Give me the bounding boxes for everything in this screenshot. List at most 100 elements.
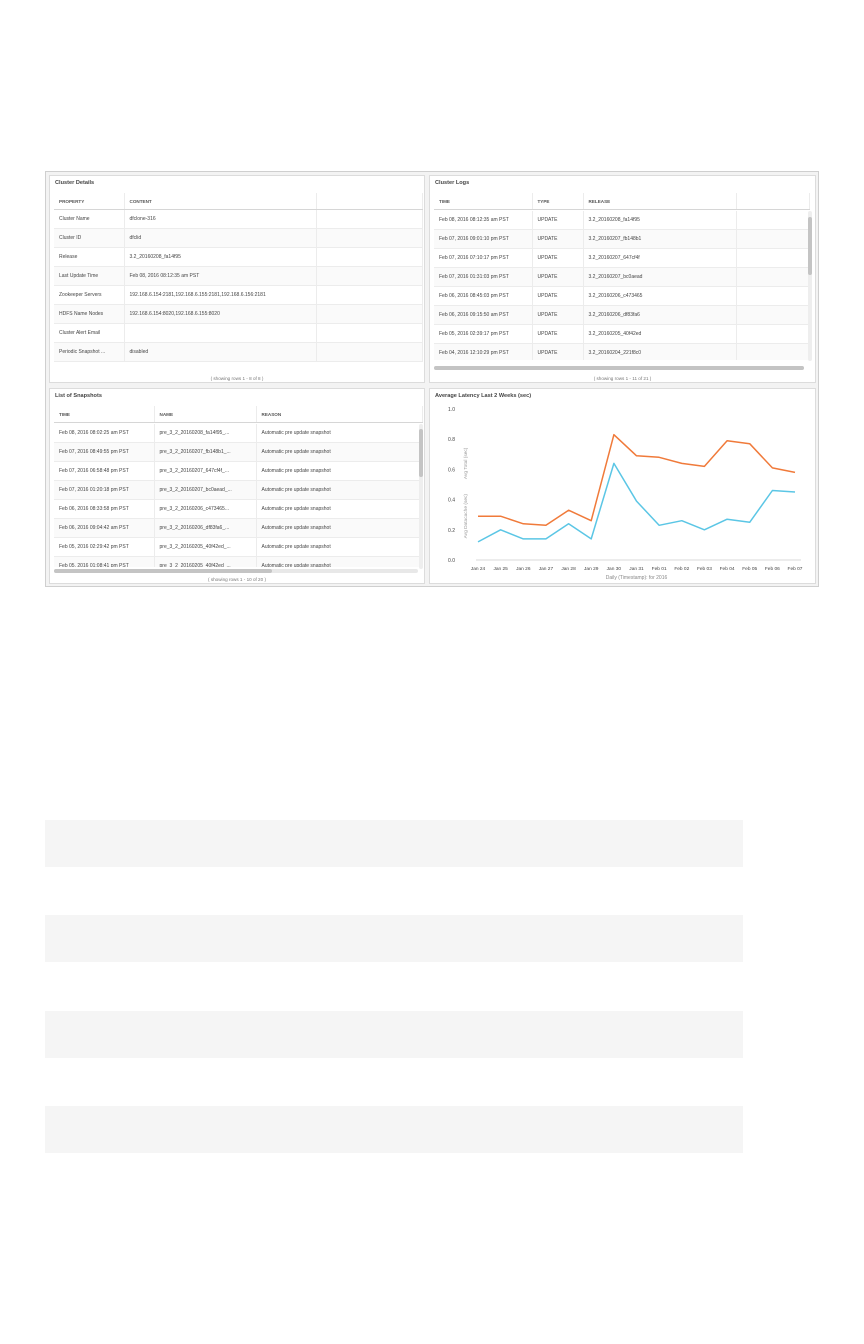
rows-count-label: ( showing rows 1 - 11 of 21 ) <box>593 376 652 381</box>
reason-cell: Automatic pre update snapshot <box>256 461 422 481</box>
y-axis-label-datacache: Avg Datacache (sec) <box>463 494 469 539</box>
table-row[interactable]: Feb 05, 2016 02:29:42 pm PST pre_3_2_2016… <box>54 537 422 557</box>
time-cell: Feb 07, 2016 01:31:03 pm PST <box>434 267 533 287</box>
table-row[interactable]: Feb 07, 2016 07:10:17 pm PST UPDATE 3.2_20… <box>434 248 809 268</box>
name-cell: pre_3_2_20160208_fa14f95_... <box>154 424 257 443</box>
y-tick-label: 0.2 <box>448 528 455 534</box>
table-row[interactable]: Feb 08, 2016 08:12:35 am PST UPDATE 3.2_20… <box>434 211 809 230</box>
horizontal-scrollbar[interactable] <box>54 569 418 573</box>
cluster-logs-rows: Feb 08, 2016 08:12:35 am PST UPDATE 3.2_20… <box>434 211 809 360</box>
time-cell: Feb 08, 2016 08:12:35 am PST <box>434 211 533 230</box>
x-tick-label: Feb 01 <box>652 566 667 572</box>
name-cell: pre_3_2_20160207_647cf4f_... <box>154 461 257 481</box>
table-row[interactable]: Feb 07, 2016 06:58:48 pm PST pre_3_2_2016… <box>54 461 422 481</box>
y-tick-label: 0.8 <box>448 437 455 443</box>
table-row[interactable]: Feb 05, 2016 01:08:41 pm PST pre_3_2_2016… <box>54 556 422 567</box>
table-row[interactable]: Feb 07, 2016 01:31:03 pm PST UPDATE 3.2_20… <box>434 267 809 287</box>
scrollbar-thumb[interactable] <box>808 217 812 275</box>
table-row[interactable]: Feb 06, 2016 08:45:03 pm PST UPDATE 3.2_20… <box>434 286 809 306</box>
release-cell: 3.2_20160207_fb148b1 <box>583 229 737 249</box>
type-cell: UPDATE <box>532 267 584 287</box>
y-tick-label: 0.4 <box>448 498 455 504</box>
column-header-reason[interactable]: REASON <box>256 406 423 423</box>
column-header-release[interactable]: RELEASE <box>583 193 737 210</box>
panel-title: Cluster Logs <box>435 180 470 186</box>
release-cell: 3.2_20160204_221f8c0 <box>583 343 737 360</box>
y-tick-label: 0.6 <box>448 467 455 473</box>
time-cell: Feb 08, 2016 08:02:25 am PST <box>54 424 155 443</box>
x-tick-label: Jan 27 <box>539 566 554 572</box>
latency-chart-panel: Average Latency Last 2 Weeks (sec) 1.0 0.… <box>429 388 816 584</box>
time-cell: Feb 07, 2016 08:49:55 pm PST <box>54 442 155 462</box>
x-axis-label: Daily (Timestamp): for 2016 <box>606 575 668 581</box>
reason-cell: Automatic pre update snapshot <box>256 537 422 557</box>
property-cell: Cluster Name <box>54 209 125 229</box>
table-row[interactable]: Feb 06, 2016 09:15:50 am PST UPDATE 3.2_20… <box>434 305 809 325</box>
type-cell: UPDATE <box>532 305 584 325</box>
cluster-logs-panel: Cluster Logs TIME TYPE RELEASE Feb 08, 2… <box>429 175 816 383</box>
table-row[interactable]: Feb 05, 2016 02:39:17 pm PST UPDATE 3.2_20… <box>434 324 809 344</box>
table-row[interactable]: HDFS Name Nodes 192.168.6.154:8020,192.16… <box>54 304 423 324</box>
x-tick-label: Feb 04 <box>720 566 735 572</box>
column-header-property[interactable]: PROPERTY <box>54 193 125 210</box>
panel-title: Cluster Details <box>55 180 95 186</box>
table-row[interactable]: Feb 07, 2016 01:20:18 pm PST pre_3_2_2016… <box>54 480 422 500</box>
type-cell: UPDATE <box>532 324 584 344</box>
column-header-name[interactable]: NAME <box>154 406 257 423</box>
scrollbar-thumb[interactable] <box>54 569 272 573</box>
vertical-scrollbar[interactable] <box>419 424 423 569</box>
table-row[interactable]: Cluster Alert Email <box>54 323 423 343</box>
cluster-details-panel: Cluster Details PROPERTY CONTENT Cluster… <box>49 175 425 383</box>
table-row[interactable]: Feb 07, 2016 09:01:10 pm PST UPDATE 3.2_20… <box>434 229 809 249</box>
content-cell: 3.2_20160208_fa14f95 <box>124 247 317 267</box>
latency-line-chart: 1.0 0.8 0.6 0.4 0.2 0.0 Jan 24 Jan 25 Jan 26 Jan … <box>448 407 803 581</box>
panel-title: List of Snapshots <box>55 393 102 399</box>
table-row[interactable]: Cluster ID dfclid <box>54 228 423 248</box>
content-cell: 192.168.6.154:2181,192.168.6.155:2181,19… <box>124 285 317 305</box>
type-cell: UPDATE <box>532 229 584 249</box>
y-tick-label: 1.0 <box>448 407 455 413</box>
cluster-logs-body[interactable]: Feb 08, 2016 08:12:35 am PST UPDATE 3.2_20… <box>434 211 809 360</box>
scrollbar-thumb[interactable] <box>434 366 804 370</box>
table-row[interactable]: Feb 08, 2016 08:02:25 am PST pre_3_2_2016… <box>54 424 422 443</box>
content-cell: dfclid <box>124 228 317 248</box>
horizontal-scrollbar[interactable] <box>434 366 804 370</box>
time-cell: Feb 06, 2016 08:45:03 pm PST <box>434 286 533 306</box>
y-axis-label-total: Avg Total (sec) <box>463 447 469 479</box>
table-row[interactable]: Zookeeper Servers 192.168.6.154:2181,192.… <box>54 285 423 305</box>
table-row[interactable]: Feb 04, 2016 12:10:29 pm PST UPDATE 3.2_20… <box>434 343 809 360</box>
table-row[interactable]: Periodic Snapshot ... disabled <box>54 342 423 362</box>
column-header-time[interactable]: TIME <box>434 193 533 210</box>
table-row[interactable]: Cluster Name dfclone-316 <box>54 209 423 229</box>
name-cell: pre_3_2_20160207_fb148b1_... <box>154 442 257 462</box>
property-cell: Release <box>54 247 125 267</box>
snapshots-body[interactable]: Feb 08, 2016 08:02:25 am PST pre_3_2_2016… <box>54 424 422 567</box>
column-header-content[interactable]: CONTENT <box>124 193 317 210</box>
reason-cell: Automatic pre update snapshot <box>256 424 422 443</box>
table-row[interactable]: Feb 07, 2016 08:49:55 pm PST pre_3_2_2016… <box>54 442 422 462</box>
type-cell: UPDATE <box>532 286 584 306</box>
table-row[interactable]: Feb 06, 2016 08:33:58 pm PST pre_3_2_2016… <box>54 499 422 519</box>
x-tick-label: Jan 29 <box>584 566 599 572</box>
x-tick-label: Jan 25 <box>493 566 508 572</box>
column-header-type[interactable]: TYPE <box>532 193 584 210</box>
table-row[interactable]: Feb 06, 2016 09:04:42 am PST pre_3_2_2016… <box>54 518 422 538</box>
column-header-time[interactable]: TIME <box>54 406 155 423</box>
content-cell <box>124 323 317 343</box>
scrollbar-thumb[interactable] <box>419 429 423 477</box>
table-row[interactable]: Last Update Time Feb 08, 2016 08:12:35 am… <box>54 266 423 286</box>
time-cell: Feb 07, 2016 09:01:10 pm PST <box>434 229 533 249</box>
x-tick-label: Feb 06 <box>765 566 780 572</box>
placeholder-bar <box>45 1106 743 1153</box>
snapshots-table: TIME NAME REASON <box>54 406 423 423</box>
reason-cell: Automatic pre update snapshot <box>256 442 422 462</box>
time-cell: Feb 04, 2016 12:10:29 pm PST <box>434 343 533 360</box>
vertical-scrollbar[interactable] <box>808 211 812 361</box>
name-cell: pre_3_2_20160205_40f42ed_... <box>154 556 257 567</box>
name-cell: pre_3_2_20160206_c473465... <box>154 499 257 519</box>
series-line-2 <box>477 462 796 543</box>
content-cell: dfclone-316 <box>124 209 317 229</box>
time-cell: Feb 06, 2016 09:04:42 am PST <box>54 518 155 538</box>
x-tick-label: Jan 30 <box>607 566 622 572</box>
table-row[interactable]: Release 3.2_20160208_fa14f95 <box>54 247 423 267</box>
